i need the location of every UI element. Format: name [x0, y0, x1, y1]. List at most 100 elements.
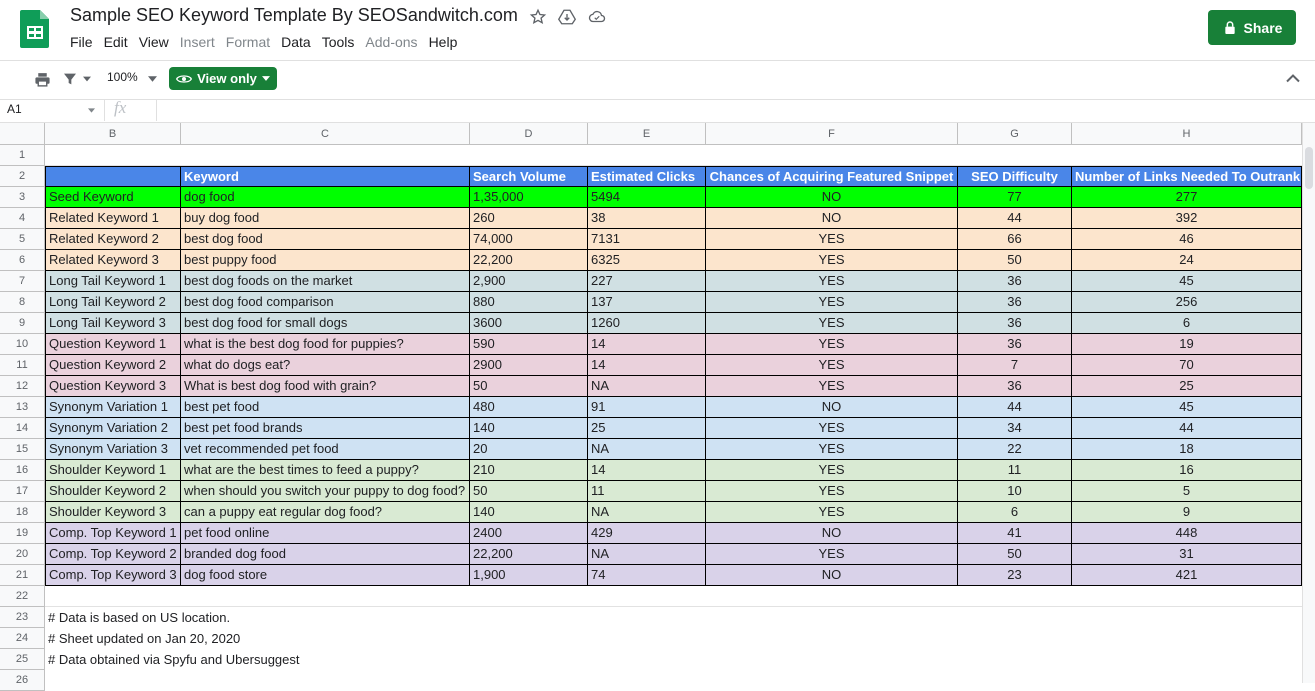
table-cell[interactable]: 6	[958, 502, 1072, 523]
table-cell[interactable]: Shoulder Keyword 2	[45, 481, 181, 502]
menu-view[interactable]: View	[139, 34, 176, 54]
column-header-g[interactable]: G	[958, 123, 1072, 145]
table-cell[interactable]: vet recommended pet food	[181, 439, 470, 460]
table-cell[interactable]: dog food store	[181, 565, 470, 586]
table-cell[interactable]: Long Tail Keyword 2	[45, 292, 181, 313]
table-cell[interactable]: 34	[958, 418, 1072, 439]
menu-file[interactable]: File	[70, 34, 100, 54]
move-to-drive-icon[interactable]	[558, 8, 576, 26]
name-box[interactable]: A1	[7, 102, 22, 116]
row-header-15[interactable]: 15	[0, 439, 45, 460]
select-all-corner[interactable]	[0, 123, 45, 145]
menu-format[interactable]: Format	[226, 34, 277, 54]
table-cell[interactable]: 22	[958, 439, 1072, 460]
scrollbar-thumb[interactable]	[1305, 147, 1313, 189]
print-icon[interactable]	[34, 71, 51, 88]
table-cell[interactable]: 429	[588, 523, 706, 544]
row-header-22[interactable]: 22	[0, 586, 45, 607]
table-cell[interactable]: Synonym Variation 2	[45, 418, 181, 439]
table-cell[interactable]: Question Keyword 2	[45, 355, 181, 376]
column-header-c[interactable]: C	[181, 123, 470, 145]
table-cell[interactable]: 480	[470, 397, 588, 418]
note-text[interactable]: # Sheet updated on Jan 20, 2020	[48, 631, 240, 646]
table-cell[interactable]: 50	[470, 481, 588, 502]
column-header-d[interactable]: D	[470, 123, 588, 145]
table-cell[interactable]: YES	[706, 334, 958, 355]
row-header-18[interactable]: 18	[0, 502, 45, 523]
table-cell[interactable]: best dog foods on the market	[181, 271, 470, 292]
share-button[interactable]: Share	[1208, 10, 1296, 45]
empty-row[interactable]	[45, 586, 1302, 607]
row-header-1[interactable]: 1	[0, 145, 45, 166]
table-cell[interactable]: 45	[1072, 397, 1302, 418]
row-header-21[interactable]: 21	[0, 565, 45, 586]
table-cell[interactable]: 50	[470, 376, 588, 397]
table-cell[interactable]: Long Tail Keyword 3	[45, 313, 181, 334]
table-header-cell[interactable]: Number of Links Needed To Outrank	[1072, 166, 1302, 187]
table-cell[interactable]: 22,200	[470, 250, 588, 271]
table-cell[interactable]: 22,200	[470, 544, 588, 565]
table-cell[interactable]: best dog food	[181, 229, 470, 250]
table-cell[interactable]: 5	[1072, 481, 1302, 502]
row-header-10[interactable]: 10	[0, 334, 45, 355]
table-cell[interactable]: 20	[470, 439, 588, 460]
table-cell[interactable]: Long Tail Keyword 1	[45, 271, 181, 292]
table-cell[interactable]: branded dog food	[181, 544, 470, 565]
row-header-14[interactable]: 14	[0, 418, 45, 439]
table-cell[interactable]: 3600	[470, 313, 588, 334]
row-header-7[interactable]: 7	[0, 271, 45, 292]
table-cell[interactable]: YES	[706, 418, 958, 439]
vertical-scrollbar[interactable]	[1302, 123, 1315, 683]
table-cell[interactable]: 24	[1072, 250, 1302, 271]
table-cell[interactable]: NA	[588, 544, 706, 565]
table-cell[interactable]: can a puppy eat regular dog food?	[181, 502, 470, 523]
table-cell[interactable]: 14	[588, 334, 706, 355]
table-cell[interactable]: NO	[706, 565, 958, 586]
table-cell[interactable]: 19	[1072, 334, 1302, 355]
table-header-cell[interactable]: Keyword	[181, 166, 470, 187]
table-cell[interactable]: 45	[1072, 271, 1302, 292]
empty-row[interactable]	[45, 145, 1302, 166]
row-header-25[interactable]: 25	[0, 649, 45, 670]
table-cell[interactable]: YES	[706, 313, 958, 334]
table-cell[interactable]: 448	[1072, 523, 1302, 544]
row-header-12[interactable]: 12	[0, 376, 45, 397]
table-cell[interactable]: 44	[958, 397, 1072, 418]
table-cell[interactable]: 14	[588, 460, 706, 481]
formula-input[interactable]	[157, 100, 1302, 121]
table-cell[interactable]: 1260	[588, 313, 706, 334]
table-cell[interactable]: 11	[588, 481, 706, 502]
table-cell[interactable]: 2400	[470, 523, 588, 544]
table-cell[interactable]: 140	[470, 502, 588, 523]
column-header-b[interactable]: B	[45, 123, 181, 145]
table-header-cell[interactable]: Chances of Acquiring Featured Snippet	[706, 166, 958, 187]
table-cell[interactable]: NO	[706, 187, 958, 208]
table-cell[interactable]: 74,000	[470, 229, 588, 250]
table-cell[interactable]: 2900	[470, 355, 588, 376]
table-cell[interactable]: 7	[958, 355, 1072, 376]
note-text[interactable]: # Data obtained via Spyfu and Ubersugges…	[48, 652, 300, 667]
table-cell[interactable]: buy dog food	[181, 208, 470, 229]
table-cell[interactable]: YES	[706, 355, 958, 376]
table-cell[interactable]: YES	[706, 250, 958, 271]
menu-data[interactable]: Data	[281, 34, 318, 54]
table-cell[interactable]: YES	[706, 229, 958, 250]
table-cell[interactable]: 10	[958, 481, 1072, 502]
table-cell[interactable]: NO	[706, 523, 958, 544]
table-cell[interactable]: Shoulder Keyword 1	[45, 460, 181, 481]
column-header-h[interactable]: H	[1072, 123, 1302, 145]
table-cell[interactable]: 46	[1072, 229, 1302, 250]
filter-dropdown-icon[interactable]	[83, 76, 91, 82]
table-cell[interactable]: NA	[588, 502, 706, 523]
row-header-17[interactable]: 17	[0, 481, 45, 502]
table-cell[interactable]: YES	[706, 271, 958, 292]
name-box-dropdown-icon[interactable]	[88, 108, 95, 113]
table-cell[interactable]: best pet food	[181, 397, 470, 418]
table-cell[interactable]: Shoulder Keyword 3	[45, 502, 181, 523]
table-cell[interactable]: 36	[958, 292, 1072, 313]
row-header-6[interactable]: 6	[0, 250, 45, 271]
table-cell[interactable]: 210	[470, 460, 588, 481]
table-cell[interactable]: 70	[1072, 355, 1302, 376]
row-header-4[interactable]: 4	[0, 208, 45, 229]
table-cell[interactable]: YES	[706, 439, 958, 460]
